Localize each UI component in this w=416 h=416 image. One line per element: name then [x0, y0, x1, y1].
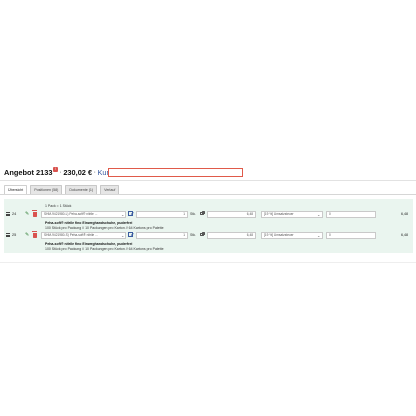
unit-label: Stk.	[190, 212, 197, 216]
pack-info: 1 Pack = 1 Stück	[45, 204, 72, 208]
tax-select[interactable]: [19 %] Umsatzsteuer	[261, 210, 323, 218]
quantity-input[interactable]: 1	[136, 210, 188, 218]
drag-handle-icon[interactable]	[6, 233, 10, 237]
position-description-title: Peha-soft® nitrile fino Einweghandschuhe…	[45, 221, 133, 225]
header: Angebot 2133! · 230,02 € · Kunde	[4, 166, 119, 178]
title-separator: ·	[59, 168, 62, 176]
warning-badge[interactable]: !	[52, 167, 58, 172]
tab-documents[interactable]: Dokumente (1)	[65, 185, 98, 194]
pencil-icon[interactable]: ✎	[25, 232, 29, 239]
chevron-down-icon[interactable]: ⌄	[121, 232, 124, 239]
header-divider	[0, 180, 416, 181]
trash-icon[interactable]	[32, 231, 37, 238]
table-row: 24 ✎ SHM-9421980-L) Peha-soft® nitrile .…	[4, 210, 413, 219]
pencil-icon[interactable]: ✎	[25, 211, 29, 218]
tab-positions[interactable]: Positionen (58)	[30, 185, 63, 194]
drag-handle-icon[interactable]	[6, 212, 10, 216]
tab-divider	[0, 194, 416, 195]
article-select[interactable]: SHM-9421980-S) Peha-soft® nitrile ...	[41, 231, 126, 239]
price-input[interactable]: 6,48	[207, 231, 256, 239]
content-divider	[0, 262, 416, 263]
positions-table: 1 Pack = 1 Stück 24 ✎ SHM-9421980-L) Peh…	[4, 199, 413, 253]
price-input[interactable]: 6,48	[207, 210, 256, 218]
position-description-line: 100 Stück pro Packung // 10 Packungen pr…	[45, 246, 164, 251]
tax-select[interactable]: [19 %] Umsatzsteuer	[261, 231, 323, 239]
lock-icon[interactable]	[200, 210, 206, 215]
chevron-down-icon[interactable]: ⌄	[317, 232, 320, 239]
discount-input[interactable]: 0	[326, 231, 376, 239]
customer-input[interactable]	[108, 168, 243, 177]
position-number: 24	[12, 212, 17, 216]
title-separator: ·	[93, 168, 96, 176]
position-total: 6,48	[401, 212, 408, 216]
article-select[interactable]: SHM-9421980-L) Peha-soft® nitrile ...	[41, 210, 126, 218]
chevron-down-icon[interactable]: ⌄	[317, 211, 320, 218]
external-link-icon[interactable]	[128, 232, 133, 237]
position-description-title: Peha-soft® nitrile fino Einweghandschuhe…	[45, 242, 133, 246]
tab-history[interactable]: Verlauf	[100, 185, 120, 194]
page-title: Angebot 2133	[4, 167, 53, 177]
table-row: 25 ✎ SHM-9421980-S) Peha-soft® nitrile .…	[4, 231, 413, 240]
quantity-input[interactable]: 1	[136, 231, 188, 239]
trash-icon[interactable]	[32, 210, 37, 217]
external-link-icon[interactable]	[128, 211, 133, 216]
discount-input[interactable]: 0	[326, 210, 376, 218]
position-total: 6,48	[401, 233, 408, 237]
position-number: 25	[12, 233, 17, 237]
chevron-down-icon[interactable]: ⌄	[121, 211, 124, 218]
position-description-line: 100 Stück pro Packung // 10 Packungen pr…	[45, 225, 164, 230]
order-total: 230,02 €	[63, 167, 93, 177]
lock-icon[interactable]	[200, 231, 206, 236]
unit-label: Stk.	[190, 233, 197, 237]
